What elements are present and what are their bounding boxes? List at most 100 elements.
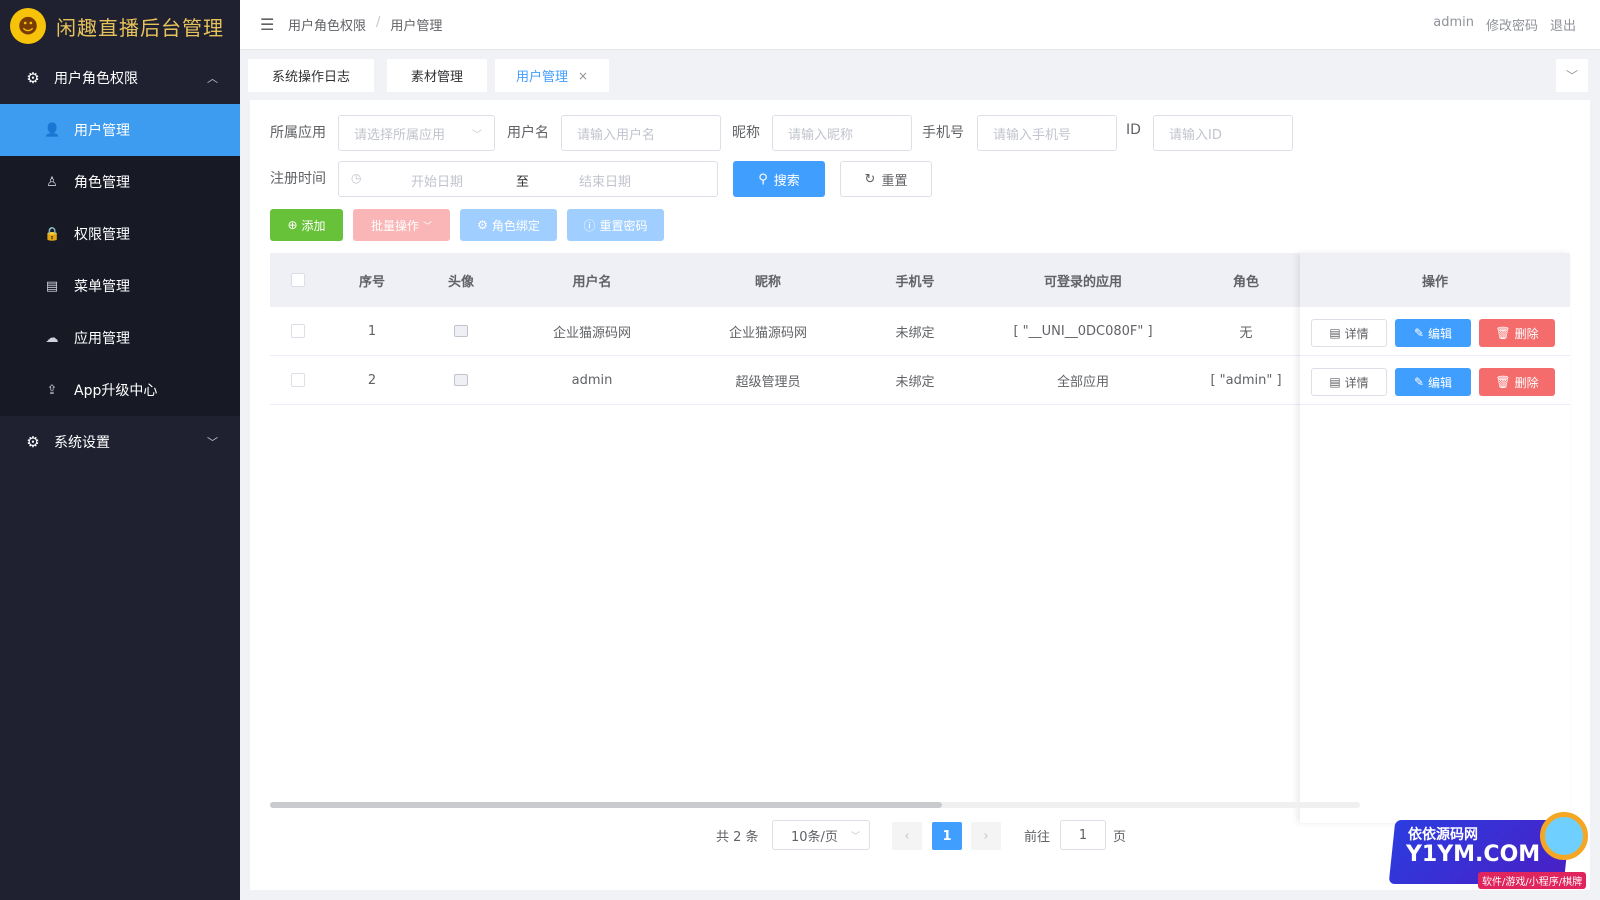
sidebar-item-label: 应用管理: [74, 331, 130, 347]
site-watermark: 依依源码网 Y1YM.COM 软件/游戏/小程序/棋牌: [1388, 812, 1590, 892]
start-date-placeholder: 开始日期: [411, 175, 464, 190]
reset-password-label: 重置密码: [599, 218, 648, 233]
document-icon: ▤: [1329, 326, 1341, 340]
cell-username: admin: [571, 372, 613, 388]
row-checkbox[interactable]: [291, 373, 305, 387]
edit-button-label: 编辑: [1428, 326, 1453, 341]
delete-button[interactable]: 🗑 删除: [1479, 368, 1555, 396]
edit-button[interactable]: ✎ 编辑: [1395, 319, 1471, 347]
row-select-cell: [270, 307, 326, 355]
sidebar-item-app-upgrade[interactable]: ⇪ App升级中心: [0, 364, 240, 416]
logout-link[interactable]: 退出: [1550, 15, 1576, 34]
bind-role-label: 角色绑定: [491, 218, 540, 233]
sidebar-item-app-management[interactable]: ☁ 应用管理: [0, 312, 240, 364]
delete-button-label: 删除: [1514, 326, 1539, 341]
search-button[interactable]: ⚲ 搜索: [733, 161, 825, 197]
operations-row: ▤ 详情 ✎ 编辑 🗑 删除: [1300, 307, 1570, 356]
gear-icon: ⚙: [26, 69, 40, 87]
username-input[interactable]: 请输入用户名: [561, 115, 721, 151]
chevron-down-icon: ﹀: [423, 221, 433, 232]
horizontal-scrollbar[interactable]: [270, 802, 1360, 808]
main-panel: 所属应用 请选择所属应用 ﹀ 用户名 请输入用户名 昵称 请输入昵称 手机号 请…: [250, 100, 1590, 890]
cell-index: 2: [367, 372, 377, 388]
row-select-cell: [270, 356, 326, 404]
row-checkbox[interactable]: [291, 324, 305, 338]
delete-button[interactable]: 🗑 删除: [1479, 319, 1555, 347]
username-link[interactable]: admin: [1433, 15, 1474, 34]
sidebar-item-label: 菜单管理: [74, 279, 130, 295]
bind-role-button[interactable]: ⚙ 角色绑定: [460, 209, 557, 241]
sidebar-item-user-management[interactable]: 👤 用户管理: [0, 104, 240, 156]
image-placeholder-icon[interactable]: [454, 374, 468, 386]
edit-button[interactable]: ✎ 编辑: [1395, 368, 1471, 396]
add-button[interactable]: ⊕ 添加: [270, 209, 343, 241]
page-number-current[interactable]: 1: [932, 822, 962, 850]
register-date-range[interactable]: ◷ 开始日期 至 结束日期: [338, 161, 718, 197]
col-username: 用户名: [572, 274, 612, 290]
tag-label: 系统操作日志: [271, 70, 350, 85]
info-icon: ⓘ: [583, 218, 596, 233]
chevron-up-icon: ︿: [207, 72, 218, 85]
sidebar-item-menu-management[interactable]: ▤ 菜单管理: [0, 260, 240, 312]
menu-group-user-role[interactable]: ⚙ 用户角色权限 ︿: [0, 52, 240, 104]
document-icon: ▤: [45, 278, 59, 294]
header-user-links: admin 修改密码 退出: [1433, 15, 1576, 34]
batch-operation-button[interactable]: 批量操作 ﹀: [353, 209, 450, 241]
document-icon: ▤: [1329, 375, 1341, 389]
id-input[interactable]: 请输入ID: [1153, 115, 1293, 151]
watermark-line3: 软件/游戏/小程序/棋牌: [1478, 872, 1587, 889]
cloud-upload-icon: ⇪: [46, 382, 58, 398]
range-separator: 至: [516, 175, 530, 190]
sidebar-item-label: 用户管理: [74, 123, 130, 139]
sidebar-item-label: 角色管理: [74, 175, 130, 191]
pagination-total: 共 2 条: [716, 829, 759, 845]
page-size-select[interactable]: 10条/页 ﹀: [772, 820, 870, 850]
logo-face-icon: ☻: [10, 8, 46, 44]
tag-operation-log[interactable]: 系统操作日志: [248, 59, 374, 92]
sidebar-item-role-management[interactable]: ♙ 角色管理: [0, 156, 240, 208]
trash-icon: 🗑: [1495, 326, 1511, 340]
col-nickname: 昵称: [754, 274, 781, 290]
breadcrumb-separator: /: [376, 15, 381, 30]
scrollbar-thumb[interactable]: [270, 802, 942, 808]
cell-index: 1: [367, 323, 377, 339]
nickname-input[interactable]: 请输入昵称: [772, 115, 912, 151]
image-placeholder-icon[interactable]: [454, 325, 468, 337]
edit-button-label: 编辑: [1428, 375, 1453, 390]
app-title: 闲趣直播后台管理: [56, 15, 224, 40]
reset-password-button[interactable]: ⓘ 重置密码: [567, 209, 664, 241]
search-button-label: 搜索: [773, 173, 800, 189]
next-page-button[interactable]: ›: [971, 822, 1001, 850]
detail-button[interactable]: ▤ 详情: [1311, 368, 1387, 396]
sidebar-item-permission-management[interactable]: 🔒 权限管理: [0, 208, 240, 260]
app-select[interactable]: 请选择所属应用 ﹀: [338, 115, 495, 151]
magnifier-icon: [1540, 812, 1588, 860]
edit-icon: ✎: [1413, 326, 1425, 340]
chevron-down-icon[interactable]: ﹀: [1556, 59, 1588, 92]
nickname-placeholder: 请输入昵称: [788, 127, 854, 143]
tag-material-management[interactable]: 素材管理: [387, 59, 487, 92]
select-all-checkbox[interactable]: [291, 273, 305, 287]
menu-group-system-settings[interactable]: ⚙ 系统设置 ﹀: [0, 416, 240, 468]
detail-button[interactable]: ▤ 详情: [1311, 319, 1387, 347]
reset-button[interactable]: ↻ 重置: [840, 161, 932, 197]
change-password-link[interactable]: 修改密码: [1486, 15, 1538, 34]
tag-user-management[interactable]: 用户管理 ×: [495, 59, 609, 92]
cell-avatar: [418, 307, 504, 355]
app-logo[interactable]: ☻ 闲趣直播后台管理: [0, 0, 240, 52]
breadcrumb-item[interactable]: 用户角色权限: [288, 15, 366, 34]
app-filter-label: 所属应用: [270, 125, 326, 141]
nickname-filter-label: 昵称: [732, 125, 760, 141]
gear-icon: ⚙: [26, 433, 40, 451]
watermark-line1: 依依源码网: [1408, 827, 1478, 843]
menu-fold-icon[interactable]: ☰: [260, 15, 278, 34]
phone-input[interactable]: 请输入手机号: [977, 115, 1117, 151]
prev-page-button[interactable]: ‹: [892, 822, 922, 850]
close-icon[interactable]: ×: [578, 69, 588, 83]
user-outline-icon: ♙: [46, 174, 58, 190]
users-table: 序号 头像 用户名 昵称 手机号 可登录的应用 角色 1 企业猫源码网 企业猫源…: [270, 253, 1570, 823]
cell-nickname: 企业猫源码网: [728, 325, 807, 341]
detail-button-label: 详情: [1344, 326, 1369, 341]
cell-phone: 未绑定: [895, 374, 935, 390]
goto-page-input[interactable]: 1: [1060, 820, 1106, 850]
